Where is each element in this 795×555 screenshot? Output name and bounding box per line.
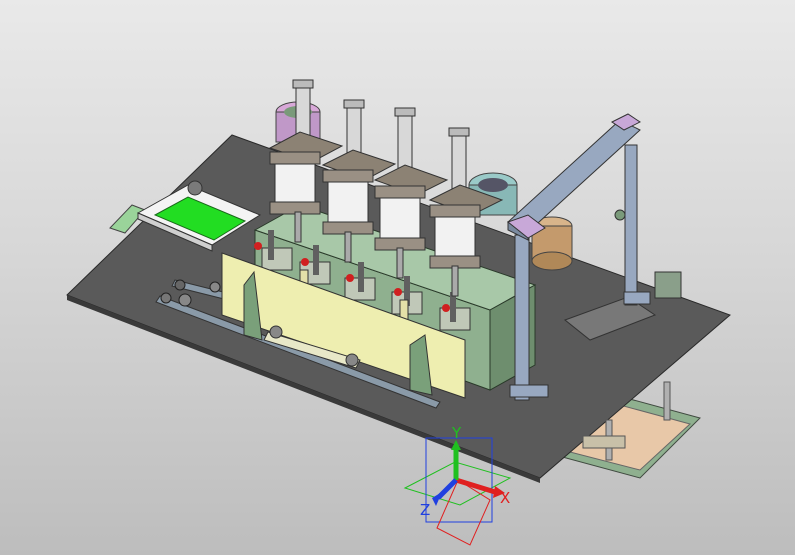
feeder-motor (187, 180, 203, 196)
triad-y-label: Y (451, 424, 462, 442)
triad-x-label: X (500, 489, 510, 507)
cad-3d-viewport[interactable]: X Y Z (0, 0, 795, 555)
triad-z-label: Z (420, 501, 430, 519)
triad-x-axis (455, 477, 496, 495)
assembly-model[interactable]: X Y Z (0, 0, 795, 555)
triad-z-axis (436, 478, 458, 500)
